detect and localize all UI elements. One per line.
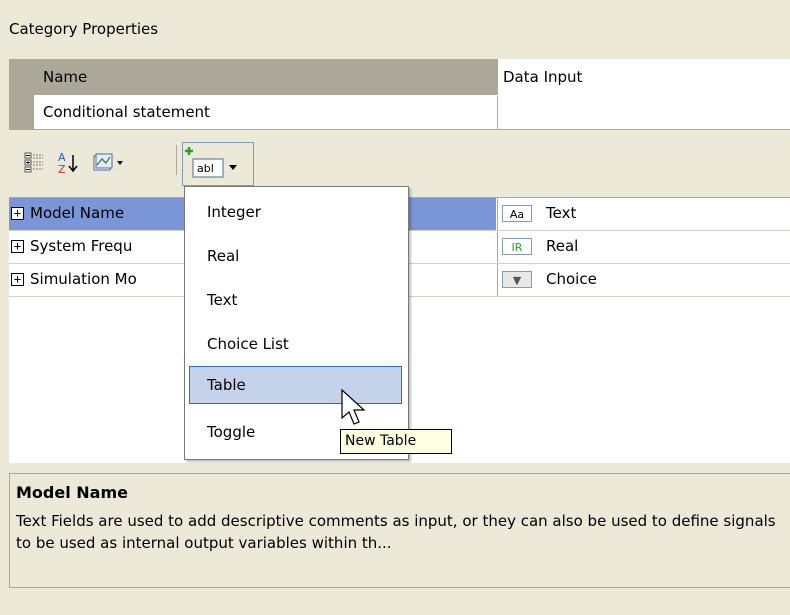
property-label: Simulation Mo bbox=[30, 270, 137, 288]
expand-icon[interactable]: + bbox=[11, 240, 24, 253]
property-value-cell[interactable]: IR Real bbox=[497, 231, 790, 263]
name-header-value: Data Input bbox=[503, 68, 583, 86]
menu-item-label: Text bbox=[207, 291, 238, 309]
menu-item-label: Table bbox=[207, 376, 246, 394]
add-field-icon: abl bbox=[185, 147, 237, 178]
choice-type-icon: ▼ bbox=[502, 271, 532, 288]
property-label: System Frequ bbox=[30, 237, 133, 255]
toolbar-separator bbox=[176, 145, 177, 175]
description-panel: Model Name Text Fields are used to add d… bbox=[9, 473, 790, 588]
svg-text:Z: Z bbox=[58, 163, 66, 176]
name-table: Name Data Input Conditional statement bbox=[9, 59, 790, 130]
menu-item-label: Toggle bbox=[207, 423, 256, 441]
panel-title: Category Properties bbox=[9, 20, 159, 38]
categorized-icon bbox=[24, 152, 43, 173]
menu-item-choice-list[interactable]: Choice List bbox=[189, 325, 402, 363]
categorized-button[interactable] bbox=[24, 147, 44, 177]
menu-item-text[interactable]: Text bbox=[189, 281, 402, 319]
column-divider bbox=[497, 96, 498, 129]
property-value-cell[interactable]: Aa Text bbox=[497, 198, 790, 230]
property-value: Choice bbox=[546, 270, 597, 288]
menu-item-label: Choice List bbox=[207, 335, 289, 353]
property-label: Model Name bbox=[30, 204, 125, 222]
name-row[interactable]: Conditional statement bbox=[34, 96, 790, 130]
real-type-icon: IR bbox=[502, 238, 532, 255]
description-title: Model Name bbox=[16, 483, 128, 502]
sort-az-icon: A Z bbox=[58, 151, 78, 176]
menu-item-real[interactable]: Real bbox=[189, 237, 402, 275]
name-header-row[interactable]: Name Data Input bbox=[34, 59, 790, 96]
add-field-dropdown-button[interactable]: abl bbox=[182, 142, 254, 186]
menu-item-integer[interactable]: Integer bbox=[189, 193, 402, 231]
tooltip: New Table bbox=[340, 429, 452, 454]
menu-item-label: Real bbox=[207, 247, 240, 265]
expand-icon[interactable]: + bbox=[11, 273, 24, 286]
expand-icon[interactable]: + bbox=[11, 207, 24, 220]
description-text: Text Fields are used to add descriptive … bbox=[16, 512, 776, 552]
row-gutter bbox=[9, 59, 34, 130]
add-field-icon-text: abl bbox=[197, 162, 214, 175]
name-row-key: Conditional statement bbox=[43, 103, 210, 121]
property-value: Text bbox=[546, 204, 577, 222]
mouse-pointer-icon bbox=[341, 388, 366, 425]
tooltip-text: New Table bbox=[345, 433, 417, 449]
text-type-icon: Aa bbox=[502, 205, 532, 222]
property-value-cell[interactable]: ▼ Choice bbox=[497, 264, 790, 296]
menu-item-label: Integer bbox=[207, 203, 261, 221]
sort-alphabetical-button[interactable]: A Z bbox=[57, 147, 79, 177]
property-pages-icon bbox=[93, 153, 123, 171]
name-header-key: Name bbox=[43, 68, 88, 86]
name-header-value-cell[interactable]: Data Input bbox=[497, 59, 790, 95]
property-value: Real bbox=[546, 237, 579, 255]
property-pages-button[interactable] bbox=[90, 147, 132, 177]
